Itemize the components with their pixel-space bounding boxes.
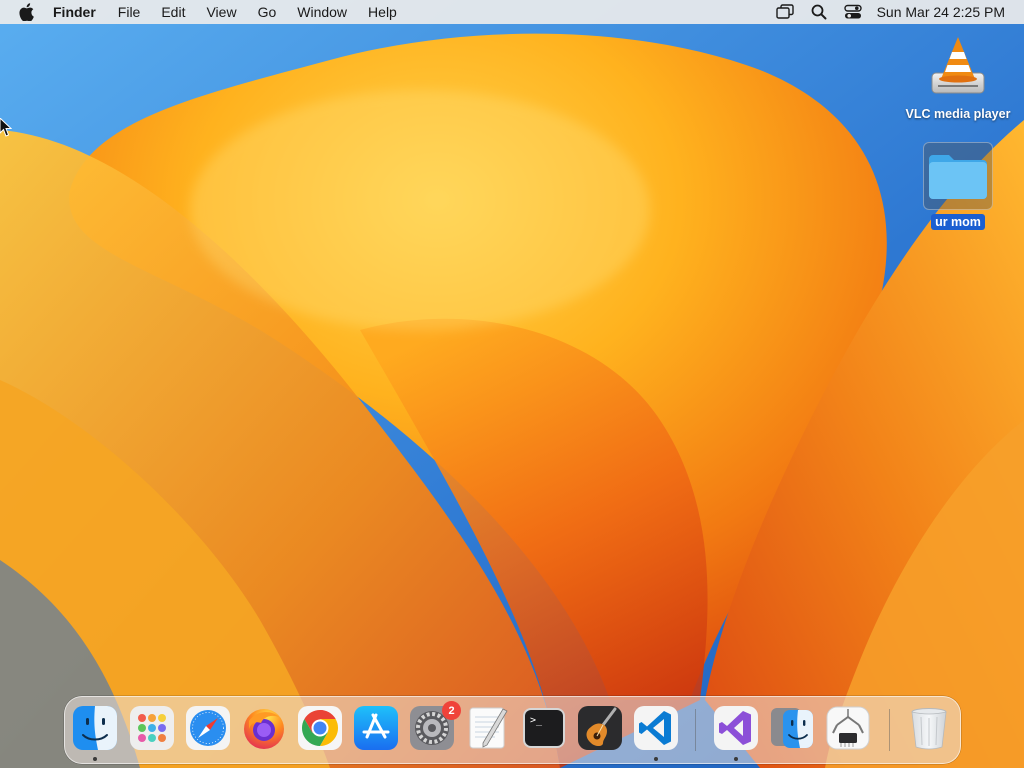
migration-assistant-icon <box>771 708 813 748</box>
menu-edit[interactable]: Edit <box>161 4 185 20</box>
menu-bar-clock[interactable]: Sun Mar 24 2:25 PM <box>877 4 1005 20</box>
finder-icon <box>73 706 117 750</box>
running-indicator <box>654 757 658 761</box>
dock-launchpad[interactable] <box>129 705 175 751</box>
dock-chrome[interactable] <box>297 705 343 751</box>
dock-system-information[interactable] <box>825 705 871 751</box>
folder-icon <box>923 142 993 210</box>
desktop-icon-vlc[interactable]: VLC media player <box>903 33 1013 122</box>
dock-textedit[interactable] <box>465 705 511 751</box>
dock-migration-assistant[interactable] <box>769 705 815 751</box>
desktop-icon-folder[interactable]: ur mom <box>903 142 1013 230</box>
menu-view[interactable]: View <box>206 4 236 20</box>
apple-logo-icon[interactable] <box>17 3 35 21</box>
terminal-prompt: >_ <box>530 715 543 726</box>
vscode-icon <box>634 706 678 750</box>
dock-visual-studio[interactable] <box>713 705 759 751</box>
vlc-cone-icon <box>928 33 988 102</box>
desktop-wallpaper <box>0 0 1024 768</box>
menu-file[interactable]: File <box>118 4 141 20</box>
dock-app-store[interactable] <box>353 705 399 751</box>
menu-window[interactable]: Window <box>297 4 347 20</box>
terminal-icon: >_ <box>523 708 565 748</box>
running-indicator <box>734 757 738 761</box>
dock: 2 >_ <box>64 696 961 764</box>
notification-badge: 2 <box>442 701 461 720</box>
screen-mirroring-icon[interactable] <box>775 2 795 22</box>
visual-studio-icon <box>714 706 758 750</box>
dock-vscode[interactable] <box>633 705 679 751</box>
desktop-icon-label: VLC media player <box>905 107 1011 121</box>
dock-system-settings[interactable]: 2 <box>409 701 461 751</box>
menu-go[interactable]: Go <box>258 4 277 20</box>
menu-bar: Finder File Edit View Go Window Help Sun… <box>0 0 1024 24</box>
launchpad-icon <box>130 706 174 750</box>
menu-app-name[interactable]: Finder <box>53 4 96 20</box>
menu-help[interactable]: Help <box>368 4 397 20</box>
dock-terminal[interactable]: >_ <box>521 705 567 751</box>
system-information-icon <box>826 706 870 750</box>
garageband-icon <box>578 706 622 750</box>
chrome-icon <box>298 706 342 750</box>
running-indicator <box>93 757 97 761</box>
spotlight-search-icon[interactable] <box>809 2 829 22</box>
dock-trash[interactable] <box>906 705 952 751</box>
dock-finder[interactable] <box>72 705 118 751</box>
app-store-icon <box>354 706 398 750</box>
dock-garageband[interactable] <box>577 705 623 751</box>
dock-separator <box>889 709 890 751</box>
trash-icon <box>911 708 947 750</box>
desktop-icon-label: ur mom <box>931 214 985 230</box>
mouse-pointer-icon <box>0 117 13 138</box>
control-center-icon[interactable] <box>843 2 863 22</box>
safari-icon <box>186 706 230 750</box>
dock-separator <box>695 709 696 751</box>
firefox-icon <box>244 709 284 749</box>
dock-safari[interactable] <box>185 705 231 751</box>
dock-firefox[interactable] <box>241 705 287 751</box>
textedit-icon <box>469 707 508 749</box>
